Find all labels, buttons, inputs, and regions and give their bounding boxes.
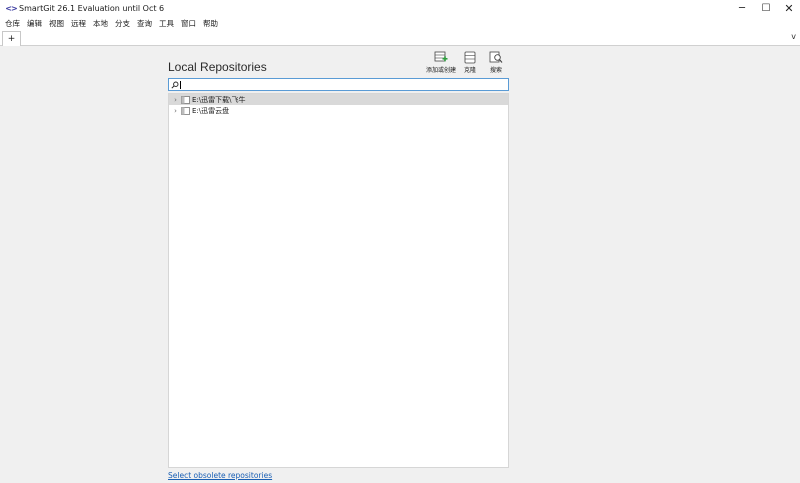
menu-edit[interactable]: 编辑 [24,18,45,29]
menu-view[interactable]: 视图 [46,18,67,29]
menu-remote[interactable]: 远程 [68,18,89,29]
title-bar: <> SmartGit 26.1 Evaluation until Oct 6 … [0,0,800,17]
menu-tools[interactable]: 工具 [156,18,177,29]
window-controls: ─ ☐ ✕ [730,0,800,17]
minimize-button[interactable]: ─ [730,0,754,17]
add-or-create-button[interactable]: 添加或创建 [426,51,456,75]
menu-repository[interactable]: 仓库 [2,18,23,29]
tab-overflow-chevron-icon[interactable]: v [791,32,796,41]
search-repositories-button[interactable]: 搜索 [489,51,503,75]
select-obsolete-repositories-link[interactable]: Select obsolete repositories [168,471,272,480]
add-repository-icon [434,51,448,62]
repository-name: E:\迅雷下载\飞牛 [192,95,246,104]
clone-label: 克隆 [463,67,476,74]
add-tab-button[interactable]: + [2,31,21,46]
menu-query[interactable]: 查询 [134,18,155,29]
smartgit-icon: <> [5,4,17,13]
search-label: 搜索 [489,67,502,74]
menu-branch[interactable]: 分支 [112,18,133,29]
repository-name: E:\迅雷云盘 [192,106,230,115]
search-icon [170,79,180,90]
chevron-right-icon[interactable]: › [172,107,179,115]
list-item[interactable]: › E:\迅雷下载\飞牛 [169,94,508,105]
add-or-create-label: 添加或创建 [426,67,457,74]
window-title: SmartGit 26.1 Evaluation until Oct 6 [19,4,165,13]
menu-help[interactable]: 帮助 [200,18,221,29]
clone-icon [464,51,476,64]
search-input[interactable] [181,79,508,90]
menu-window[interactable]: 窗口 [178,18,199,29]
tab-bar: + v [0,30,800,46]
repository-icon [181,106,190,115]
maximize-button[interactable]: ☐ [754,0,778,17]
clone-button[interactable]: 克隆 [463,51,477,75]
chevron-right-icon[interactable]: › [172,96,179,104]
menu-bar: 仓库 编辑 视图 远程 本地 分支 查询 工具 窗口 帮助 [0,17,800,30]
panel-title: Local Repositories [168,60,267,74]
menu-local[interactable]: 本地 [90,18,111,29]
repository-list[interactable]: › E:\迅雷下载\飞牛 › E:\迅雷云盘 [168,93,509,468]
list-item[interactable]: › E:\迅雷云盘 [169,105,508,116]
close-button[interactable]: ✕ [778,0,800,17]
search-repository-icon [489,51,503,63]
repository-filter-field[interactable] [168,78,509,91]
repository-icon [181,95,190,104]
